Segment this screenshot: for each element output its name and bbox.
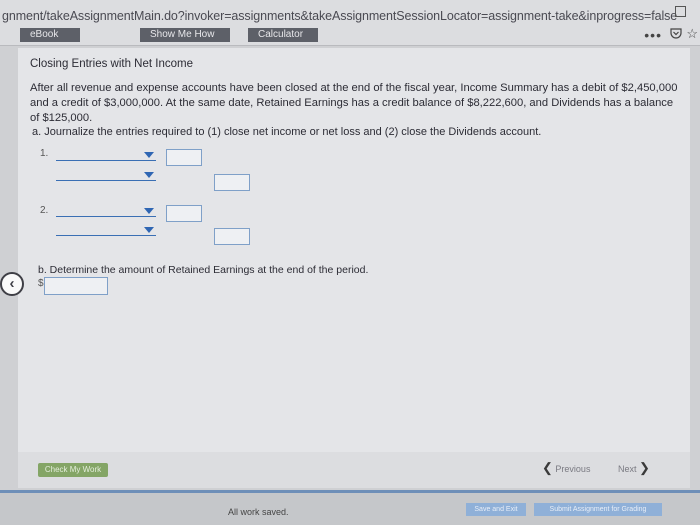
more-menu-icon[interactable]: ••• — [644, 27, 662, 43]
save-and-exit-button[interactable]: Save and Exit — [466, 503, 526, 516]
entry-2-credit-amount[interactable] — [214, 228, 250, 245]
entry-1-debit-amount[interactable] — [166, 149, 202, 166]
previous-button[interactable]: ❮ Previous — [542, 460, 590, 476]
currency-symbol: $ — [38, 278, 44, 289]
submit-assignment-button[interactable]: Submit Assignment for Grading — [534, 503, 662, 516]
check-my-work-button[interactable]: Check My Work — [38, 463, 108, 477]
problem-title: Closing Entries with Net Income — [30, 58, 193, 70]
url-text[interactable]: gnment/takeAssignmentMain.do?invoker=ass… — [2, 9, 677, 23]
entry-1-credit-amount[interactable] — [214, 174, 250, 191]
chevron-right-icon: ❯ — [639, 460, 650, 475]
next-button[interactable]: Next ❯ — [618, 460, 650, 476]
dropdown-caret-icon — [144, 227, 154, 233]
entry-2-debit-account-select[interactable] — [56, 205, 156, 217]
entry-1-credit-account-select[interactable] — [56, 169, 156, 181]
bookmark-star-icon[interactable]: ☆ — [686, 26, 698, 42]
entry-1-label: 1. — [40, 148, 49, 159]
assignment-toolbar: eBook Show Me How Calculator — [0, 28, 620, 44]
part-b-instructions: b. Determine the amount of Retained Earn… — [38, 264, 369, 276]
problem-description: After all revenue and expense accounts h… — [30, 82, 678, 124]
previous-page-arrow-icon[interactable]: ‹ — [0, 272, 24, 296]
dropdown-caret-icon — [144, 172, 154, 178]
assignment-footer: All work saved. Save and Exit Submit Ass… — [0, 490, 700, 525]
calculator-button[interactable]: Calculator — [248, 28, 318, 42]
entry-2-credit-account-select[interactable] — [56, 224, 156, 236]
ebook-button[interactable]: eBook — [20, 28, 80, 42]
save-status: All work saved. — [228, 507, 289, 517]
entry-2-debit-amount[interactable] — [166, 205, 202, 222]
dropdown-caret-icon — [144, 208, 154, 214]
chevron-left-icon: ❮ — [542, 460, 553, 475]
show-me-how-button[interactable]: Show Me How — [140, 28, 230, 42]
dropdown-caret-icon — [144, 152, 154, 158]
part-a-instructions: a. Journalize the entries required to (1… — [32, 126, 542, 138]
pocket-icon[interactable] — [670, 28, 682, 39]
next-label: Next — [618, 464, 637, 474]
maximize-window-icon[interactable] — [675, 6, 686, 17]
entry-1-debit-account-select[interactable] — [56, 149, 156, 161]
entry-2-label: 2. — [40, 205, 49, 216]
previous-label: Previous — [555, 464, 591, 474]
question-panel: Closing Entries with Net Income After al… — [18, 48, 690, 488]
retained-earnings-input[interactable] — [44, 277, 108, 295]
